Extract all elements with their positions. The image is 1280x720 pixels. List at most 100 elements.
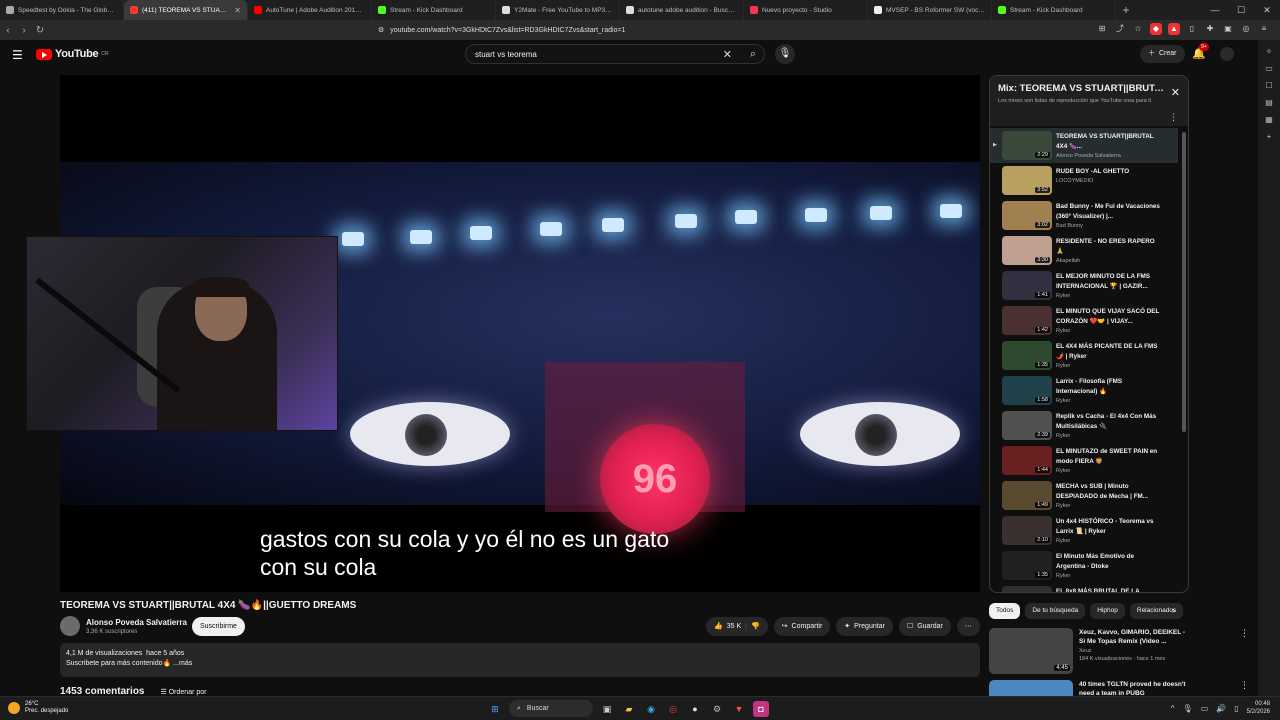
playlist-item-title[interactable]: El Minuto Más Emotivo de Argentina - Dto… <box>1056 552 1160 572</box>
extensions-icon[interactable]: ✚ <box>1204 23 1216 35</box>
playlist-item-title[interactable]: EL MINUTAZO de SWEET PAIN en modo FIERA … <box>1056 447 1160 467</box>
create-button[interactable]: ＋ Crear <box>1140 45 1185 63</box>
playlist-item[interactable]: 3:52 RUDE BOY -AL GHETTO LOCOYMEDIO <box>990 163 1178 198</box>
browser-tab[interactable]: autotune adobe audition - Buscar co <box>620 0 744 20</box>
playlist-item-title[interactable]: Larrix - Filosofía (FMS Internacional) 🔥 <box>1056 377 1160 397</box>
new-tab-icon[interactable]: + <box>1116 3 1136 17</box>
playlist-item[interactable]: 1:35 EL 4X4 MÁS PICANTE DE LA FMS🌶️ | Ryk… <box>990 338 1178 373</box>
playlist-item[interactable]: 2:10 Un 4x4 HISTÓRICO - Teorema vs Larrix… <box>990 513 1178 548</box>
url-text[interactable]: youtube.com/watch?v=3GkHDtC7Zvs&list=RD3… <box>390 27 625 34</box>
playlist-item[interactable]: ▶ 2:29 TEOREMA VS STUART||BRUTAL 4X4 🍆... A… <box>990 128 1178 163</box>
browser-tab[interactable]: Nuevo proyecto - Studio <box>744 0 868 20</box>
playlist-item-thumbnail[interactable]: 1:44 <box>1002 446 1052 475</box>
taskbar-clock[interactable]: 00:48 5/2/2026 <box>1247 700 1270 716</box>
add-panel-icon[interactable]: + <box>1264 131 1275 142</box>
volume-icon[interactable]: 🔊 <box>1216 704 1226 713</box>
hamburger-menu-icon[interactable]: ☰ <box>12 48 23 62</box>
sidebar-toggle-icon[interactable]: ▯ <box>1186 23 1198 35</box>
channel-name[interactable]: Alonso Poveda Salvatierra <box>86 618 187 627</box>
close-window-icon[interactable]: ✕ <box>1254 0 1280 20</box>
forward-icon[interactable]: › <box>16 25 32 36</box>
playlist-panel-icon[interactable]: ▦ <box>1264 114 1275 125</box>
playlist-item-thumbnail[interactable]: 1:49 <box>1002 481 1052 510</box>
playlist-item[interactable]: 1:41 EL MEJOR MINUTO DE LA FMS INTERNACIO… <box>990 268 1178 303</box>
search-box[interactable]: stuart vs teorema ✕ ⌕ <box>465 44 765 64</box>
playlist-title[interactable]: Mix: TEOREMA VS STUART||BRUTAL 4X4 🍆🔥||G… <box>998 83 1166 94</box>
clear-search-icon[interactable]: ✕ <box>723 48 732 61</box>
more-actions-button[interactable]: ⋯ <box>956 617 980 636</box>
url-field[interactable]: ⚙ youtube.com/watch?v=3GkHDtC7Zvs&list=R… <box>378 22 848 38</box>
playlist-item-title[interactable]: Un 4x4 HISTÓRICO - Teorema vs Larrix 📜 |… <box>1056 517 1160 537</box>
playlist-item-title[interactable]: Replik vs Cacha - El 4x4 Con Más Multisi… <box>1056 412 1160 432</box>
tray-overflow-icon[interactable]: ^ <box>1171 704 1175 713</box>
account-avatar[interactable] <box>1220 47 1234 61</box>
file-explorer-icon[interactable]: ▰ <box>621 701 637 717</box>
brave-shield-icon[interactable]: ◆ <box>1150 23 1162 35</box>
close-playlist-icon[interactable]: ✕ <box>1171 86 1180 99</box>
filter-chip[interactable]: Relacionados <box>1129 603 1184 619</box>
playlist-item[interactable]: 1:35 El Minuto Más Emotivo de Argentina -… <box>990 548 1178 583</box>
wallet-icon[interactable]: ▣ <box>1222 23 1234 35</box>
filter-chip[interactable]: Todos <box>989 603 1021 619</box>
playlist-item[interactable]: 2:39 Replik vs Cacha - El 4x4 Con Más Mul… <box>990 408 1178 443</box>
brave-icon[interactable]: ▼ <box>731 701 747 717</box>
browser-tab[interactable]: Speedtest by Ookla - The Global Bro <box>0 0 124 20</box>
share-button[interactable]: ↪ Compartir <box>773 617 831 636</box>
menu-icon[interactable]: ≡ <box>1258 23 1270 35</box>
back-icon[interactable]: ‹ <box>0 25 16 36</box>
save-button[interactable]: ☐ Guardar <box>898 617 951 636</box>
playlist-item-title[interactable]: RESIDENTE - NO ERES RAPERO🙏 <box>1056 237 1160 257</box>
playlist-item[interactable]: 1:49 MECHA vs SUB | Minuto DESPIADADO de … <box>990 478 1178 513</box>
windows-start-icon[interactable]: ⊞ <box>487 701 503 717</box>
weather-widget[interactable]: 26°C Prec. despejado <box>8 701 68 715</box>
close-tab-icon[interactable]: ✕ <box>234 6 241 15</box>
bookmarks-panel-icon[interactable]: ☐ <box>1264 80 1275 91</box>
recommended-more-icon[interactable]: ⋮ <box>1240 628 1249 639</box>
battery-icon[interactable]: ▯ <box>1234 704 1238 713</box>
edge-icon[interactable]: ◉ <box>643 701 659 717</box>
filter-chip[interactable]: De tu búsqueda <box>1025 603 1086 619</box>
playlist-item-thumbnail[interactable]: 1:35 <box>1002 551 1052 580</box>
leo-ai-icon[interactable]: ✧ <box>1264 46 1275 57</box>
share-icon[interactable]: ⤴ <box>1114 23 1126 35</box>
chrome-icon[interactable]: ◎ <box>665 701 681 717</box>
playlist-item[interactable]: 1:58 Larrix - Filosofía (FMS Internaciona… <box>990 373 1178 408</box>
playlist-item-title[interactable]: EL MINUTO QUE VIJAY SACÓ DEL CORAZÓN ❤️🤝… <box>1056 307 1160 327</box>
playlist-item[interactable]: 3:02 Bad Bunny - Me Fui de Vacaciones (36… <box>990 198 1178 233</box>
playlist-scrollbar[interactable] <box>1182 132 1186 432</box>
youtube-logo[interactable]: YouTube CR <box>36 48 109 60</box>
browser-tab[interactable]: AutoTune | Adobe Audition 2019 | R <box>248 0 372 20</box>
playlist-item-thumbnail[interactable]: 1:58 <box>1002 376 1052 405</box>
playlist-item-thumbnail[interactable]: 2:29 <box>1002 131 1052 160</box>
playlist-item-thumbnail[interactable]: 1:42 <box>1002 306 1052 335</box>
playlist-item-thumbnail[interactable]: 1:41 <box>1002 271 1052 300</box>
obs-icon[interactable]: ● <box>687 701 703 717</box>
mic-tray-icon[interactable]: 🎙 <box>1183 704 1193 713</box>
search-input[interactable]: stuart vs teorema <box>475 50 537 59</box>
playlist-item-thumbnail[interactable]: 3:02 <box>1002 201 1052 230</box>
description-box[interactable]: 4,1 M de visualizaciones hace 5 años Sus… <box>60 643 980 677</box>
minimize-icon[interactable]: — <box>1202 0 1228 20</box>
settings-icon[interactable]: ⚙ <box>709 701 725 717</box>
subscribe-button[interactable]: Suscribirme <box>192 617 245 636</box>
notifications-bell-icon[interactable]: 🔔 9+ <box>1192 43 1209 60</box>
task-view-icon[interactable]: ▣ <box>599 701 615 717</box>
playlist-item-title[interactable]: EL 4X4 MÁS PICANTE DE LA FMS🌶️ | Ryker <box>1056 342 1160 362</box>
install-icon[interactable]: ⊞ <box>1096 23 1108 35</box>
recommended-title[interactable]: Xeuz, Kavvo, GIMARIO, DEEIKEL - Si Me To… <box>1079 628 1191 646</box>
browser-tab[interactable]: (411) TEOREMA VS STUART|| ✕ <box>124 0 248 20</box>
thumbs-down-icon[interactable]: 👎 <box>751 617 760 636</box>
recommended-thumbnail[interactable]: 4:45 <box>989 628 1073 674</box>
ask-button[interactable]: ✦ Preguntar <box>836 617 893 636</box>
voice-search-icon[interactable]: 🎙 <box>775 44 795 64</box>
recommended-video[interactable]: 4:45 Xeuz, Kavvo, GIMARIO, DEEIKEL - Si M… <box>989 628 1251 678</box>
maximize-icon[interactable]: ☐ <box>1228 0 1254 20</box>
playlist-more-icon[interactable]: ⋮ <box>1169 112 1178 123</box>
instagram-icon[interactable]: ◘ <box>753 700 769 717</box>
channel-avatar[interactable] <box>60 616 80 636</box>
vpn-icon[interactable]: ◎ <box>1240 23 1252 35</box>
playlist-item-title[interactable]: Bad Bunny - Me Fui de Vacaciones (360° V… <box>1056 202 1160 222</box>
browser-tab[interactable]: Y2Mate - Free YouTube to MP3 Conv <box>496 0 620 20</box>
playlist-item-thumbnail[interactable]: 1:35 <box>1002 341 1052 370</box>
reload-icon[interactable]: ↻ <box>32 25 48 36</box>
